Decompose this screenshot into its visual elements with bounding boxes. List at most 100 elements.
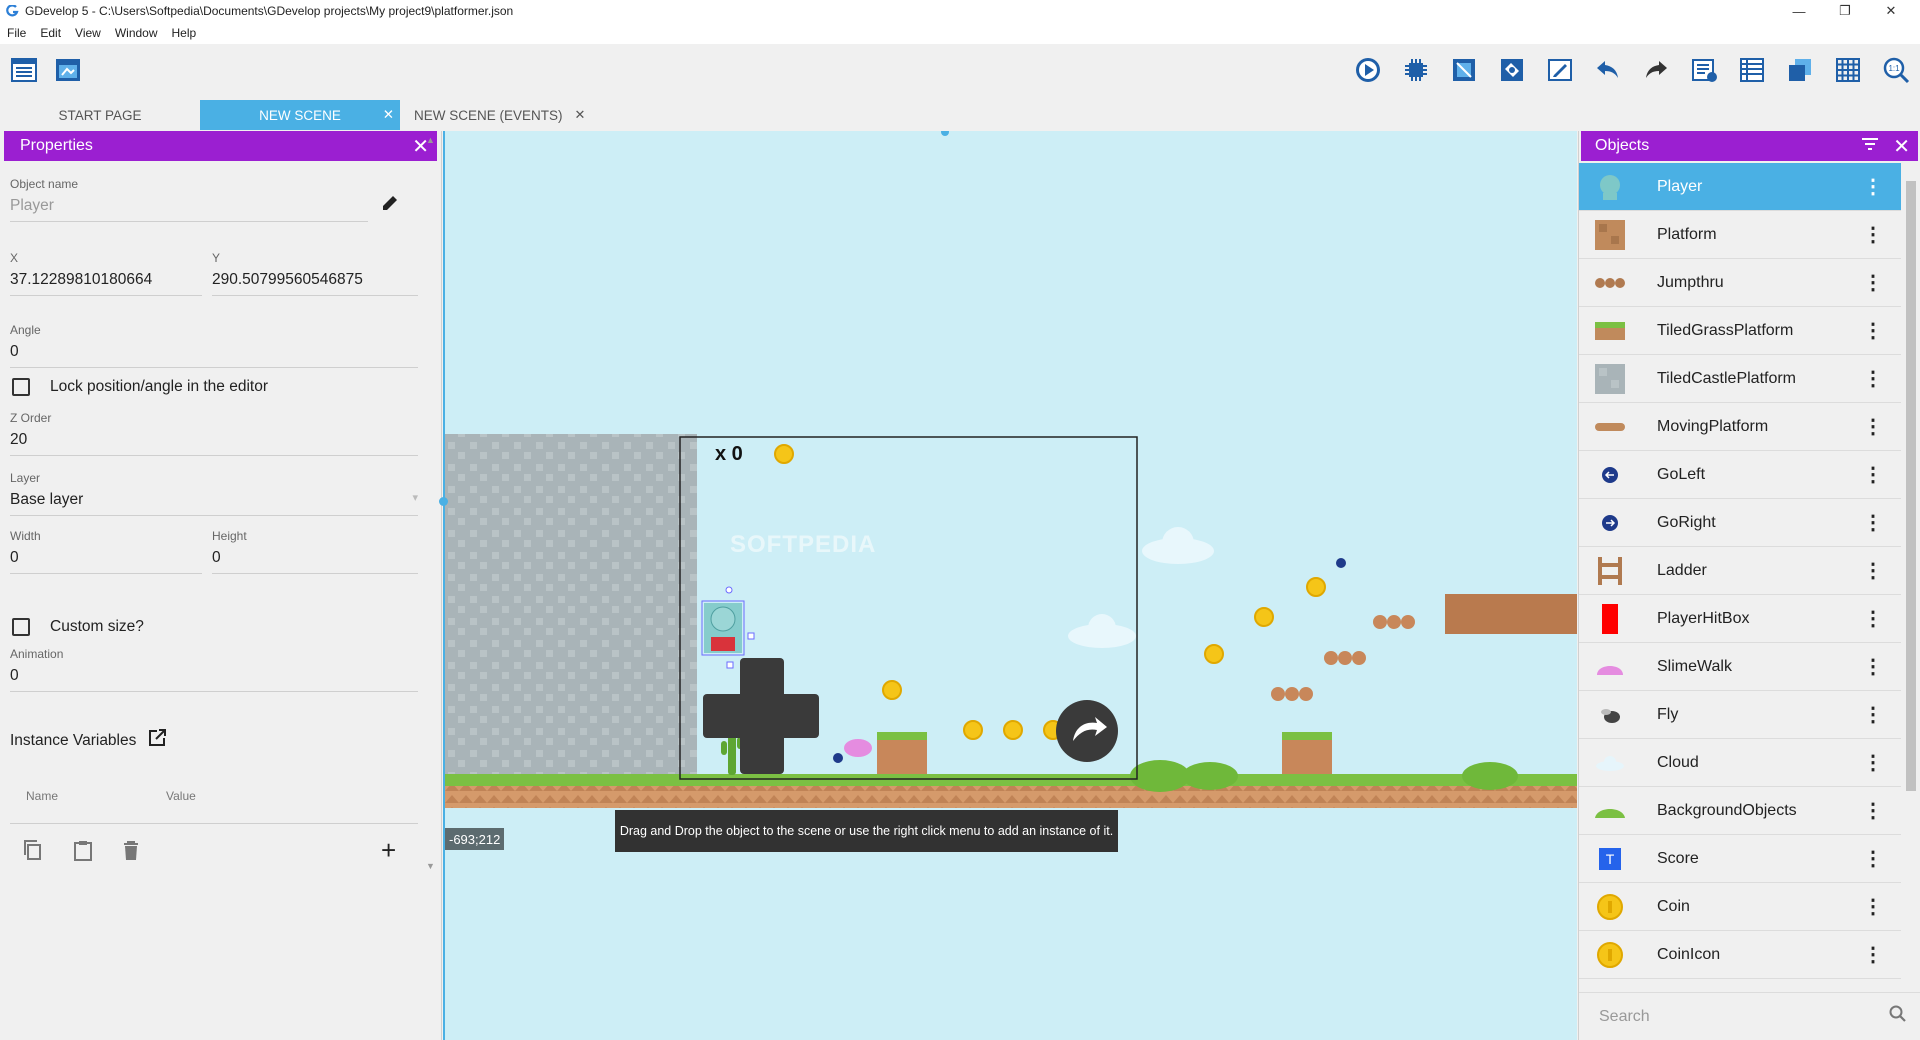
object-name-input[interactable]: Player [10, 197, 368, 222]
more-options-icon[interactable]: ⋮ [1863, 513, 1883, 533]
hitbox-icon [1593, 602, 1627, 636]
width-input[interactable]: 0 [10, 549, 202, 574]
more-options-icon[interactable]: ⋮ [1863, 801, 1883, 821]
filter-icon[interactable] [1861, 137, 1879, 156]
object-item-ladder[interactable]: Ladder ⋮ [1579, 547, 1901, 595]
redo-icon[interactable] [1640, 54, 1672, 86]
preview-play-icon[interactable] [1352, 54, 1384, 86]
menu-edit[interactable]: Edit [33, 26, 68, 40]
y-field: Y 290.50799560546875 [212, 251, 418, 296]
tab-close-icon[interactable]: ✕ [383, 107, 394, 123]
more-options-icon[interactable]: ⋮ [1863, 897, 1883, 917]
object-item-platform[interactable]: Platform ⋮ [1579, 211, 1901, 259]
open-external-icon[interactable] [148, 729, 167, 752]
more-options-icon[interactable]: ⋮ [1863, 465, 1883, 485]
minimize-button[interactable]: — [1776, 0, 1822, 22]
more-options-icon[interactable]: ⋮ [1863, 273, 1883, 293]
object-item-score[interactable]: T Score ⋮ [1579, 835, 1901, 883]
properties-panel-toggle-icon[interactable] [1544, 54, 1576, 86]
object-item-slimewalk[interactable]: SlimeWalk ⋮ [1579, 643, 1901, 691]
tab-close-icon[interactable]: ✕ [575, 107, 586, 123]
layer-select[interactable]: Base layer ▾ [10, 491, 418, 516]
scene-scroll-handle[interactable] [439, 497, 448, 506]
zorder-input[interactable]: 20 [10, 431, 418, 456]
angle-input[interactable]: 0 [10, 343, 418, 368]
y-input[interactable]: 290.50799560546875 [212, 271, 418, 296]
layers-list-icon[interactable] [1736, 54, 1768, 86]
add-variable-icon[interactable]: + [381, 835, 396, 866]
chevron-down-icon: ▾ [412, 492, 418, 504]
object-item-playerhitbox[interactable]: PlayerHitBox ⋮ [1579, 595, 1901, 643]
height-input[interactable]: 0 [212, 549, 418, 574]
object-item-backgroundobjects[interactable]: BackgroundObjects ⋮ [1579, 787, 1901, 835]
edit-pencil-icon[interactable] [380, 193, 400, 218]
more-options-icon[interactable]: ⋮ [1863, 657, 1883, 677]
maximize-button[interactable]: ❐ [1822, 0, 1868, 22]
tab-start-page[interactable]: START PAGE [0, 100, 200, 130]
coin-counter: x 0 [715, 443, 743, 465]
lock-position-checkbox[interactable]: Lock position/angle in the editor [12, 378, 268, 396]
custom-size-checkbox[interactable]: Custom size? [12, 618, 144, 636]
more-options-icon[interactable]: ⋮ [1863, 609, 1883, 629]
close-window-button[interactable]: ✕ [1868, 0, 1914, 22]
project-manager-button[interactable] [8, 54, 40, 86]
search-icon[interactable] [1889, 1005, 1907, 1028]
grid-toggle-icon[interactable] [1832, 54, 1864, 86]
objects-scrollbar[interactable] [1904, 171, 1916, 941]
object-item-jumpthru[interactable]: Jumpthru ⋮ [1579, 259, 1901, 307]
checkbox-box[interactable] [12, 378, 30, 396]
delete-icon[interactable] [120, 839, 142, 866]
layers-stack-icon[interactable] [1784, 54, 1816, 86]
paste-icon[interactable] [72, 839, 94, 866]
scroll-up-arrow-icon[interactable]: ▲ [426, 135, 435, 145]
more-options-icon[interactable]: ⋮ [1863, 321, 1883, 341]
tab-new-scene-events[interactable]: NEW SCENE (EVENTS) ✕ [400, 100, 610, 130]
copy-icon[interactable] [22, 839, 44, 866]
more-options-icon[interactable]: ⋮ [1863, 561, 1883, 581]
object-item-movingplatform[interactable]: MovingPlatform ⋮ [1579, 403, 1901, 451]
more-options-icon[interactable]: ⋮ [1863, 753, 1883, 773]
object-item-coinicon[interactable]: CoinIcon ⋮ [1579, 931, 1901, 979]
object-item-player[interactable]: Player ⋮ [1579, 163, 1901, 211]
close-objects-icon[interactable]: ✕ [1893, 134, 1910, 159]
object-item-goleft[interactable]: GoLeft ⋮ [1579, 451, 1901, 499]
animation-input[interactable]: 0 [10, 667, 418, 692]
object-item-cloud[interactable]: Cloud ⋮ [1579, 739, 1901, 787]
debugger-icon[interactable] [1400, 54, 1432, 86]
menu-help[interactable]: Help [165, 26, 204, 40]
menu-window[interactable]: Window [108, 26, 165, 40]
object-item-coin[interactable]: Coin ⋮ [1579, 883, 1901, 931]
undo-icon[interactable] [1592, 54, 1624, 86]
scrollbar-thumb[interactable] [1906, 181, 1916, 791]
checkbox-box[interactable] [12, 618, 30, 636]
zoom-reset-icon[interactable]: 1:1 [1880, 54, 1912, 86]
variables-col-name: Name [26, 789, 59, 803]
more-options-icon[interactable]: ⋮ [1863, 705, 1883, 725]
text-object-icon: T [1593, 842, 1627, 876]
objects-panel-toggle-icon[interactable] [1448, 54, 1480, 86]
search-input[interactable]: Search [1599, 1008, 1650, 1026]
tab-new-scene[interactable]: NEW SCENE ✕ [200, 100, 400, 130]
x-input[interactable]: 37.12289810180664 [10, 271, 202, 296]
instances-list-icon[interactable] [1688, 54, 1720, 86]
more-options-icon[interactable]: ⋮ [1863, 369, 1883, 389]
scene-canvas[interactable]: x 0 SOFTPEDIA Drag and Drop the object t… [443, 131, 1577, 1040]
object-item-goright[interactable]: GoRight ⋮ [1579, 499, 1901, 547]
objects-search[interactable]: Search [1579, 992, 1920, 1040]
more-options-icon[interactable]: ⋮ [1863, 225, 1883, 245]
object-item-tiledcastleplatform[interactable]: TiledCastlePlatform ⋮ [1579, 355, 1901, 403]
more-options-icon[interactable]: ⋮ [1863, 945, 1883, 965]
objects-title: Objects [1595, 137, 1650, 154]
menu-file[interactable]: File [0, 26, 33, 40]
gdevelop-window: GDevelop 5 - C:\Users\Softpedia\Document… [0, 0, 1920, 1040]
scroll-down-arrow-icon[interactable]: ▼ [426, 861, 435, 871]
start-page-button[interactable] [52, 54, 84, 86]
menu-view[interactable]: View [68, 26, 108, 40]
object-groups-icon[interactable] [1496, 54, 1528, 86]
title-bar: GDevelop 5 - C:\Users\Softpedia\Document… [0, 0, 1920, 22]
more-options-icon[interactable]: ⋮ [1863, 417, 1883, 437]
more-options-icon[interactable]: ⋮ [1863, 177, 1883, 197]
more-options-icon[interactable]: ⋮ [1863, 849, 1883, 869]
object-item-fly[interactable]: Fly ⋮ [1579, 691, 1901, 739]
object-item-tiledgrassplatform[interactable]: TiledGrassPlatform ⋮ [1579, 307, 1901, 355]
